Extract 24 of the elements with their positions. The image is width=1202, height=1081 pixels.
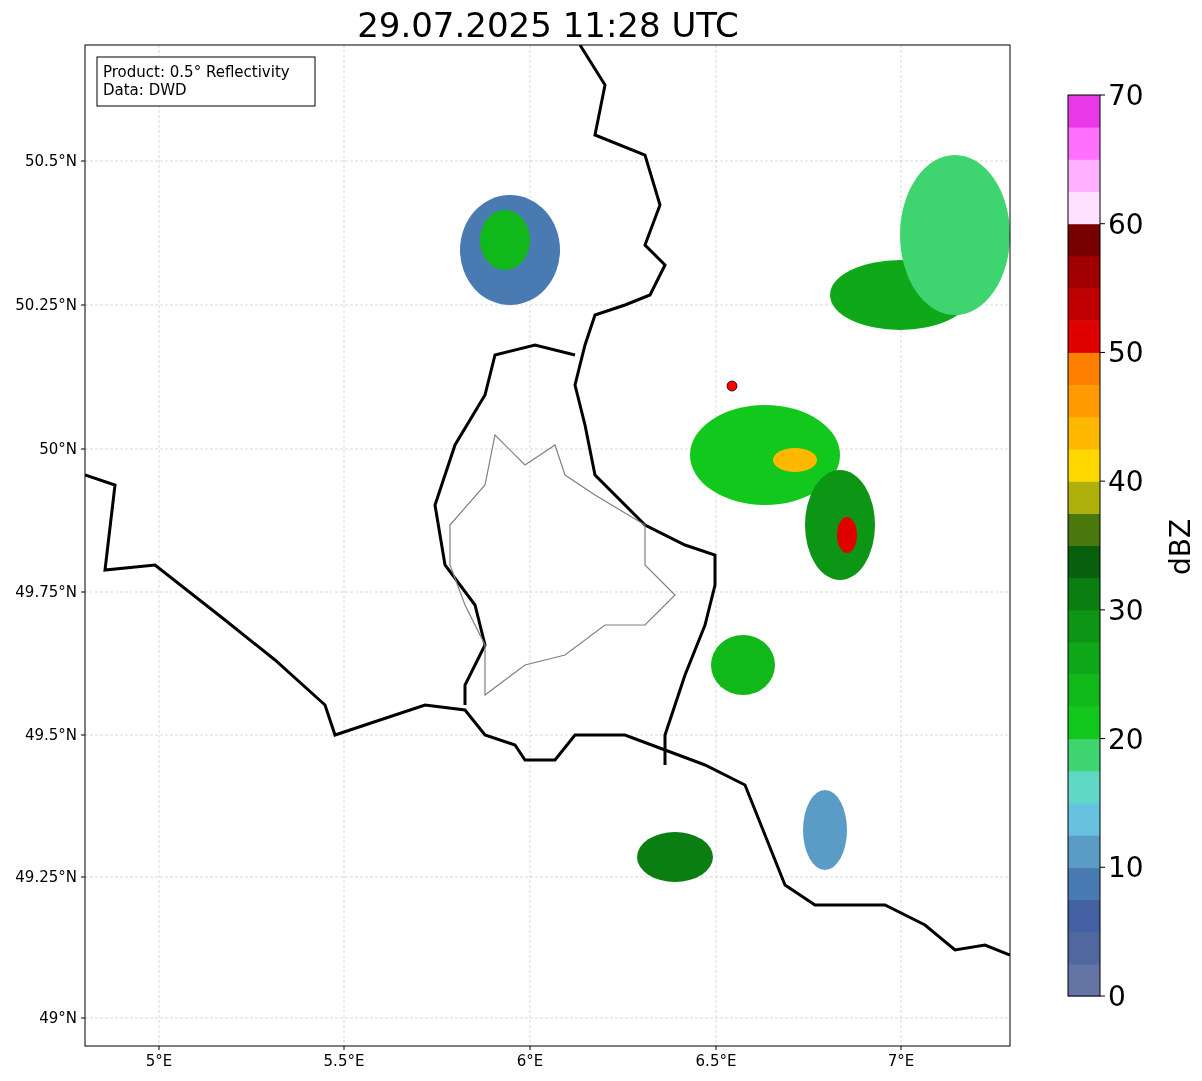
colorbar-label: 20 [1108,722,1144,756]
latitude-label: 49°N [39,1009,77,1027]
longitude-label: 6.5°E [695,1052,737,1070]
latitude-label: 49.25°N [15,868,77,886]
colorbar-label: 10 [1108,851,1144,885]
longitude-label: 5°E [145,1052,173,1070]
info-text: Product: 0.5° Reflectivity [103,63,290,81]
latitude-label: 49.75°N [15,583,77,601]
chart-title: 29.07.2025 11:28 UTC [357,5,739,45]
colorbar-title: dBZ [1164,518,1197,576]
latitude-label: 50.5°N [24,152,77,170]
latitude-label: 49.5°N [24,726,77,744]
info-text: Data: DWD [103,81,187,99]
colorbar-label: 0 [1108,980,1126,1013]
latitude-label: 50.25°N [15,296,77,314]
longitude-label: 5.5°E [323,1052,365,1070]
longitude-label: 7°E [887,1052,915,1070]
colorbar-label: 60 [1108,207,1144,241]
colorbar-label: 70 [1108,79,1144,112]
latitude-label: 50°N [39,440,77,458]
colorbar-label: 30 [1108,593,1144,627]
colorbar-label: 50 [1108,336,1144,370]
longitude-label: 6°E [516,1052,544,1070]
colorbar-label: 40 [1108,465,1144,499]
